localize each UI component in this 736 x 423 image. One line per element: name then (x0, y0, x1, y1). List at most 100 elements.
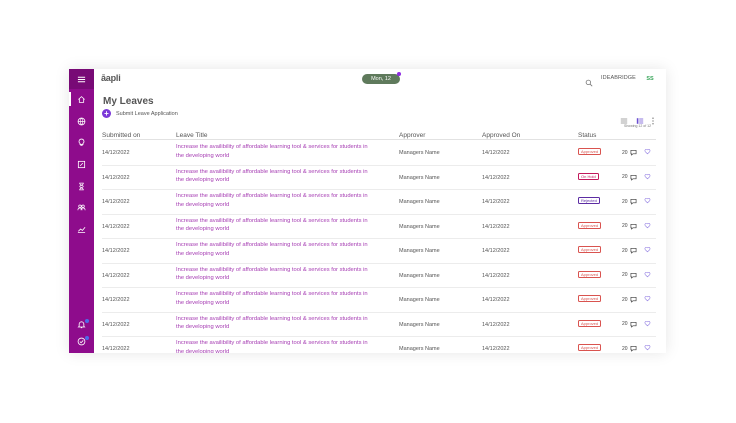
approver-name: Managers Name (399, 297, 440, 303)
sidebar-item-ideas[interactable] (69, 133, 94, 151)
page-title: My Leaves (103, 96, 154, 107)
comment-icon (630, 272, 636, 279)
comment-count-value: 20 (622, 345, 628, 352)
comment-icon (630, 296, 636, 303)
comments-count[interactable]: 20 (622, 247, 637, 254)
leave-title-link[interactable]: Increase the availibility of affordable … (176, 217, 376, 234)
sidebar-item-reports[interactable] (69, 220, 94, 238)
leave-title-link[interactable]: Increase the availibility of affordable … (176, 143, 376, 160)
more-options-button[interactable] (651, 112, 655, 125)
status-cell: Approved (578, 246, 602, 253)
leave-title-link[interactable]: Increase the availibility of affordable … (176, 339, 376, 353)
status-badge: Approved (578, 270, 602, 278)
bulb-icon (78, 138, 85, 146)
sidebar-item-tasks[interactable] (69, 332, 94, 350)
comment-icon (630, 321, 636, 328)
comment-icon (630, 345, 636, 352)
search-icon (585, 79, 593, 87)
app-window: āapli Mon, 12 IDEABRIDGE SS My Leaves + … (69, 69, 666, 353)
sidebar-item-edit[interactable] (69, 155, 94, 173)
favorite-button[interactable] (644, 344, 651, 353)
plus-icon: + (102, 109, 111, 118)
submit-leave-label: Submit Leave Application (116, 110, 178, 117)
table-row[interactable]: 14/12/2022 Increase the availibility of a… (102, 215, 656, 239)
favorite-button[interactable] (644, 246, 651, 255)
menu-icon (77, 76, 86, 82)
table-row[interactable]: 14/12/2022 Increase the availibility of a… (102, 166, 656, 190)
detail-view-button[interactable] (636, 112, 644, 124)
favorite-button[interactable] (644, 320, 651, 329)
submit-leave-button[interactable]: + Submit Leave Application (102, 109, 178, 118)
favorite-button[interactable] (644, 271, 651, 280)
heart-icon (644, 320, 651, 326)
table-row[interactable]: 14/12/2022 Increase the availibility of a… (102, 288, 656, 313)
favorite-button[interactable] (644, 173, 651, 182)
heart-icon (644, 173, 651, 179)
user-avatar[interactable]: SS (643, 74, 657, 84)
menu-button[interactable] (69, 69, 94, 89)
company-name: IDEABRIDGE (601, 75, 636, 81)
favorite-button[interactable] (644, 295, 651, 304)
comments-count[interactable]: 20 (622, 198, 637, 205)
approver-name: Managers Name (399, 199, 440, 205)
submitted-date: 14/12/2022 (102, 174, 130, 181)
comment-count-value: 20 (622, 321, 628, 327)
leave-title-link[interactable]: Increase the availibility of affordable … (176, 315, 376, 332)
approved-on-date: 14/12/2022 (482, 272, 510, 279)
more-vertical-icon (652, 117, 654, 125)
approved-on-date: 14/12/2022 (482, 174, 510, 181)
table-row[interactable]: 14/12/2022 Increase the availibility of a… (102, 239, 656, 264)
chart-icon (77, 226, 86, 233)
sidebar-item-notifications[interactable] (69, 315, 94, 333)
sidebar-item-people[interactable] (69, 198, 94, 216)
submitted-date: 14/12/2022 (102, 199, 130, 205)
status-cell: On Hold (578, 172, 599, 180)
comments-count[interactable]: 20 (622, 223, 637, 230)
status-cell: Approved (578, 221, 602, 229)
leave-title-link[interactable]: Increase the availibility of affordable … (176, 266, 376, 283)
leave-title-link[interactable]: Increase the availibility of affordable … (176, 168, 376, 185)
approver-name: Managers Name (399, 321, 440, 328)
table-row[interactable]: 14/12/2022 Increase the availibility of a… (102, 141, 656, 166)
favorite-button[interactable] (644, 148, 651, 157)
submitted-date: 14/12/2022 (102, 321, 130, 328)
status-badge: Approved (578, 344, 602, 351)
heart-icon (644, 149, 651, 155)
sidebar-item-home[interactable] (69, 90, 94, 108)
table-row[interactable]: 14/12/2022 Increase the availibility of a… (102, 264, 656, 288)
status-badge: On Hold (578, 172, 599, 180)
comment-count-value: 20 (622, 223, 628, 229)
approved-on-date: 14/12/2022 (482, 297, 510, 303)
comments-count[interactable]: 20 (622, 321, 637, 328)
favorite-button[interactable] (644, 222, 651, 231)
status-cell: Approved (578, 295, 602, 302)
app-logo[interactable]: āapli (101, 73, 121, 83)
sidebar-item-globe[interactable] (69, 112, 94, 130)
leave-title-link[interactable]: Increase the availibility of affordable … (176, 192, 376, 209)
sidebar-item-timesheet[interactable] (69, 177, 94, 195)
col-header-approver: Approver (399, 132, 426, 139)
top-bar: āapli Mon, 12 IDEABRIDGE SS (94, 69, 666, 89)
approver-name: Managers Name (399, 346, 440, 352)
table-row[interactable]: 14/12/2022 Increase the availibility of a… (102, 190, 656, 215)
tasks-dot (85, 336, 89, 340)
search-button[interactable] (585, 74, 595, 87)
favorite-button[interactable] (644, 197, 651, 206)
globe-icon (77, 117, 86, 125)
table-row[interactable]: 14/12/2022 Increase the availibility of a… (102, 337, 656, 353)
comments-count[interactable]: 20 (622, 272, 637, 279)
comments-count[interactable]: 20 (622, 149, 637, 156)
table-row[interactable]: 14/12/2022 Increase the availibility of a… (102, 313, 656, 337)
heart-icon (644, 222, 651, 228)
people-icon (77, 204, 86, 210)
list-view-button[interactable] (620, 112, 628, 124)
leave-title-link[interactable]: Increase the availibility of affordable … (176, 241, 376, 258)
home-icon (78, 95, 85, 103)
date-pill[interactable]: Mon, 12 (362, 72, 401, 84)
leave-title-link[interactable]: Increase the availibility of affordable … (176, 290, 376, 307)
comments-count[interactable]: 20 (622, 296, 637, 303)
comments-count[interactable]: 20 (622, 345, 637, 352)
comments-count[interactable]: 20 (622, 174, 637, 181)
submitted-date: 14/12/2022 (102, 272, 130, 279)
comment-icon (630, 198, 636, 205)
